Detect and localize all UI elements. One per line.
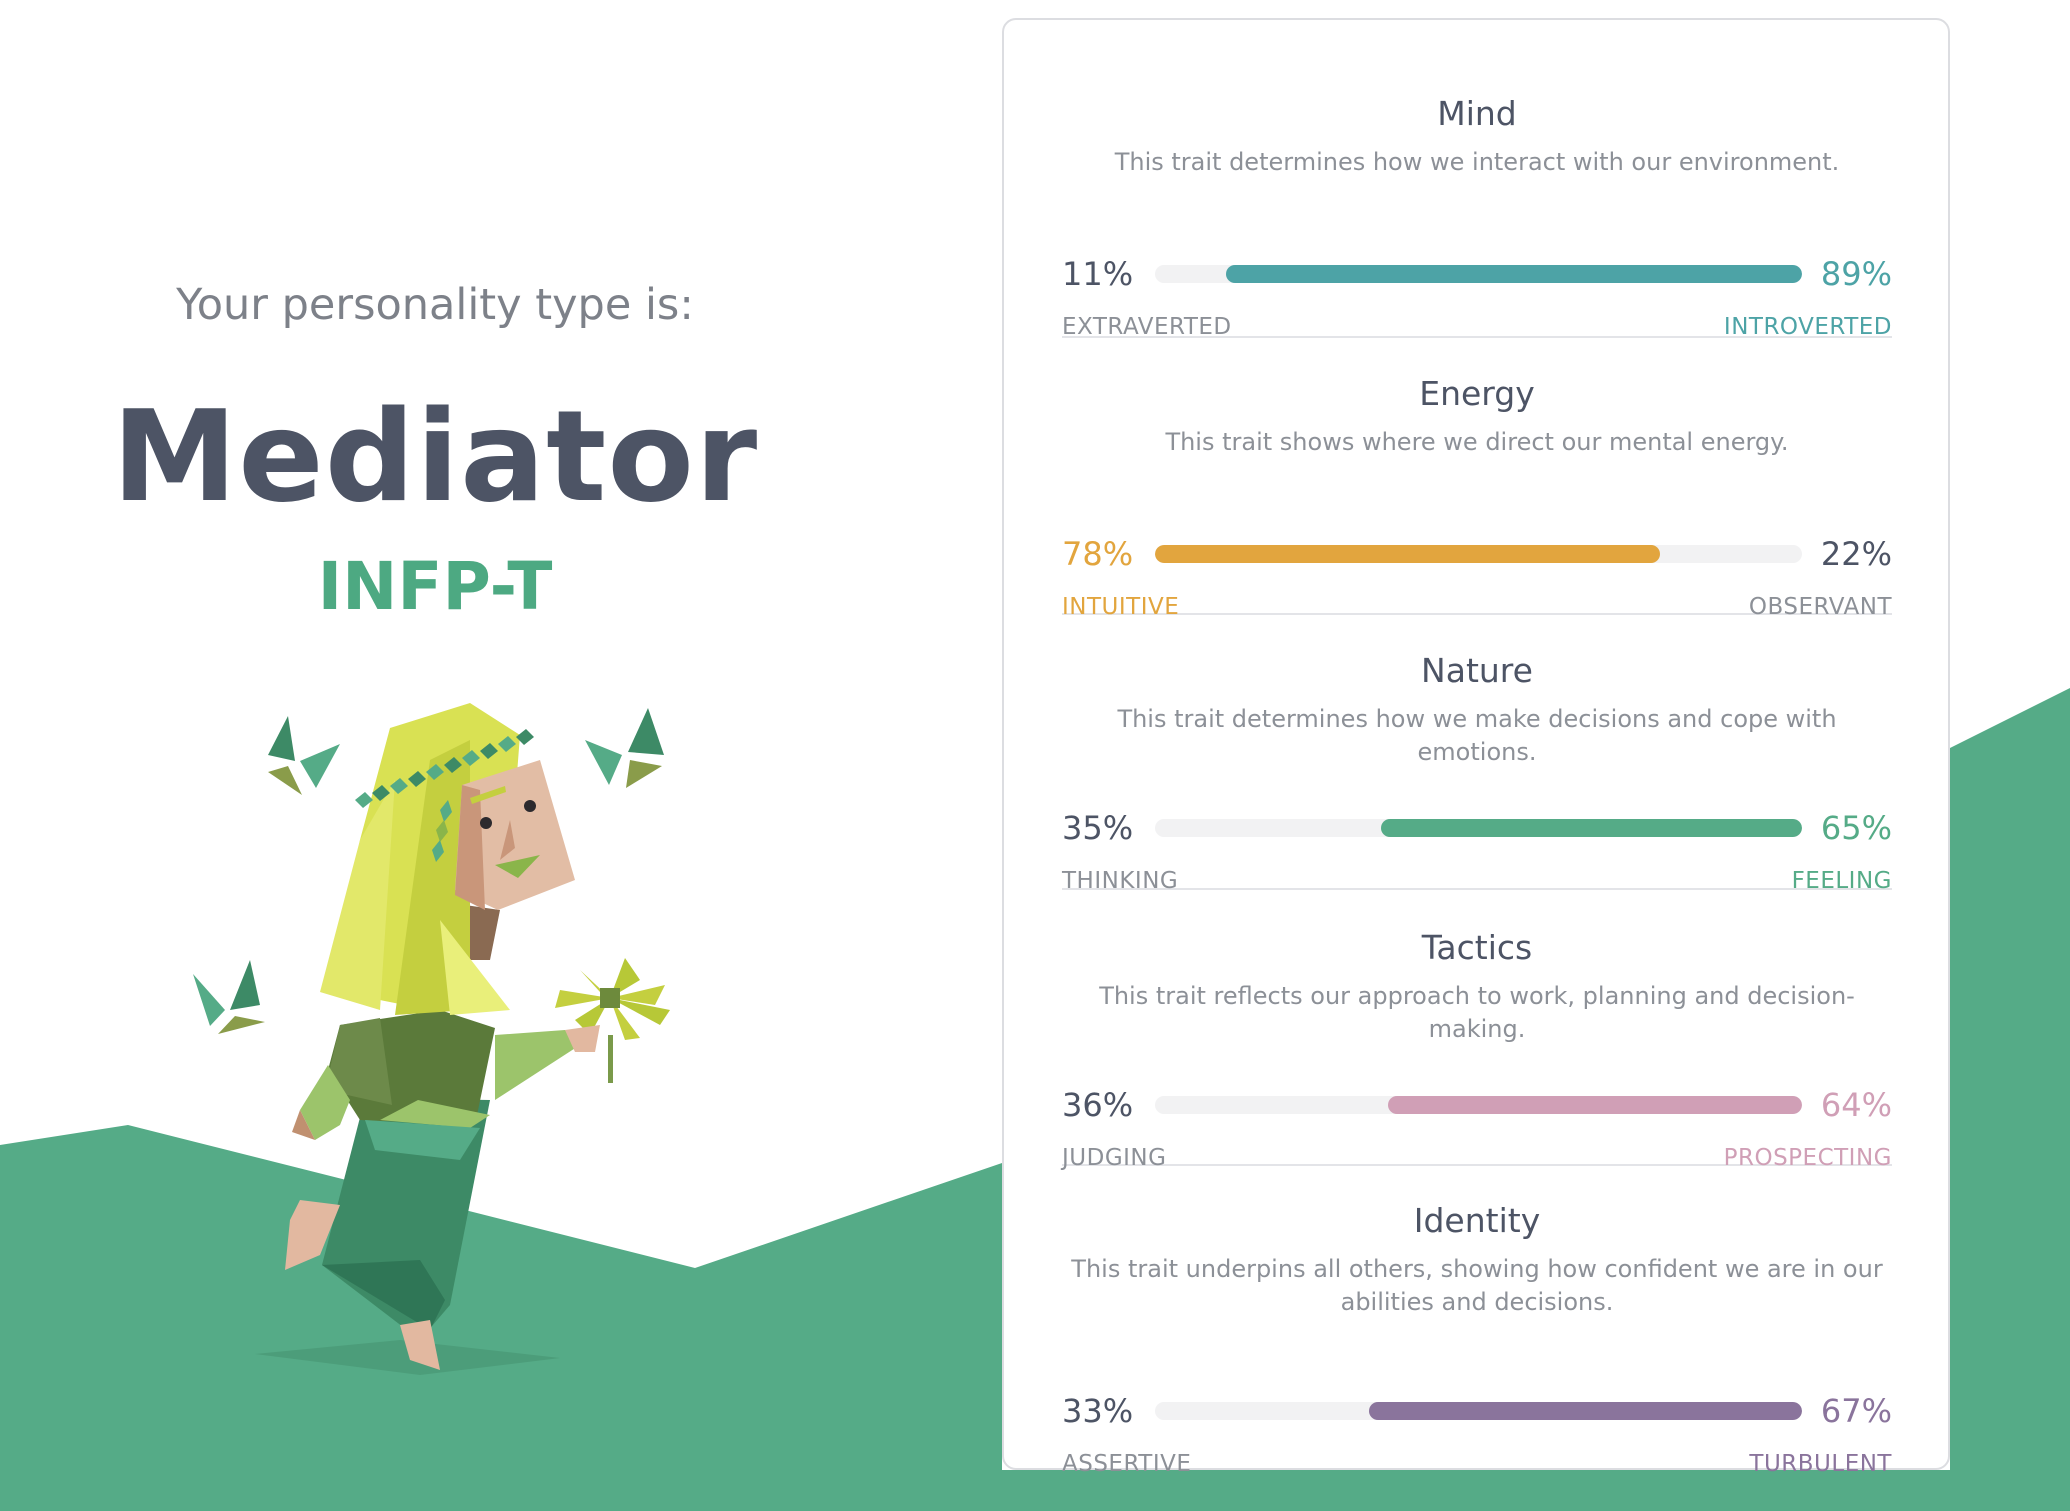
trait-progress-fill [1381,819,1802,837]
right-label: TURBULENT [1749,1451,1892,1477]
trait-description-line: This trait shows where we direct our men… [1165,428,1789,456]
right-percent: 22% [1820,535,1892,573]
left-percent: 35% [1062,809,1134,847]
trait-bar-row: 35% 65% [1062,808,1892,848]
butterfly-icon [585,708,664,788]
trait-description: This trait shows where we direct our men… [1062,426,1892,459]
trait-tactics: Tactics This trait reflects our approach … [1062,890,1892,1171]
trait-progress-bar [1155,265,1802,283]
butterfly-icon [193,960,265,1034]
butterfly-icon [268,716,340,795]
trait-description: This trait determines how we interact wi… [1062,146,1892,179]
right-percent: 89% [1820,255,1892,293]
traits-card: Mind This trait determines how we interac… [1002,18,1950,1477]
trait-description: This trait reflects our approach to work… [1062,980,1892,1046]
trait-bar-row: 33% 67% [1062,1391,1892,1431]
trait-mind: Mind This trait determines how we interac… [1062,76,1892,340]
trait-progress-fill [1226,265,1802,283]
left-percent: 33% [1062,1392,1134,1430]
flower-icon [555,958,670,1083]
left-percent: 78% [1062,535,1134,573]
right-percent: 67% [1820,1392,1892,1430]
trait-nature: Nature This trait determines how we make … [1062,615,1892,894]
trait-progress-bar [1155,545,1802,563]
trait-title: Nature [1421,651,1533,690]
trait-description: This trait determines how we make decisi… [1062,703,1892,769]
trait-description: This trait underpins all others, showing… [1062,1253,1892,1319]
intro-text: Your personality type is: [176,280,694,330]
trait-energy: Energy This trait shows where we direct o… [1062,338,1892,620]
result-summary: Your personality type is: Mediator INFP-… [0,0,870,1511]
trait-title: Mind [1437,94,1517,133]
personality-type-code: INFP-T [317,548,553,625]
trait-progress-bar [1155,819,1802,837]
trait-progress-fill [1155,545,1660,563]
trait-title: Energy [1419,374,1535,413]
trait-description-line: abilities and decisions. [1340,1288,1614,1316]
trait-bar-row: 78% 22% [1062,534,1892,574]
trait-bar-row: 36% 64% [1062,1085,1892,1125]
left-percent: 11% [1062,255,1134,293]
mediator-illustration [193,703,670,1375]
trait-identity: Identity This trait underpins all others,… [1062,1166,1892,1477]
right-percent: 65% [1820,809,1892,847]
trait-description-line: This trait reflects our approach to work… [1099,982,1855,1043]
trait-bar-row: 11% 89% [1062,254,1892,294]
trait-progress-fill [1387,1096,1802,1114]
trait-progress-bar [1155,1096,1802,1114]
left-percent: 36% [1062,1086,1134,1124]
trait-description-line: This trait determines how we make decisi… [1117,705,1837,766]
personality-type-name: Mediator [111,383,759,530]
left-label: ASSERTIVE [1062,1451,1192,1477]
trait-title: Tactics [1421,928,1533,967]
trait-progress-fill [1368,1402,1802,1420]
right-percent: 64% [1820,1086,1892,1124]
trait-labels: ASSERTIVE TURBULENT [1062,1449,1892,1479]
trait-description-line: This trait underpins all others, showing… [1071,1255,1883,1283]
trait-title: Identity [1413,1201,1541,1240]
trait-description-line: This trait determines how we interact wi… [1114,148,1840,176]
trait-progress-bar [1155,1402,1802,1420]
